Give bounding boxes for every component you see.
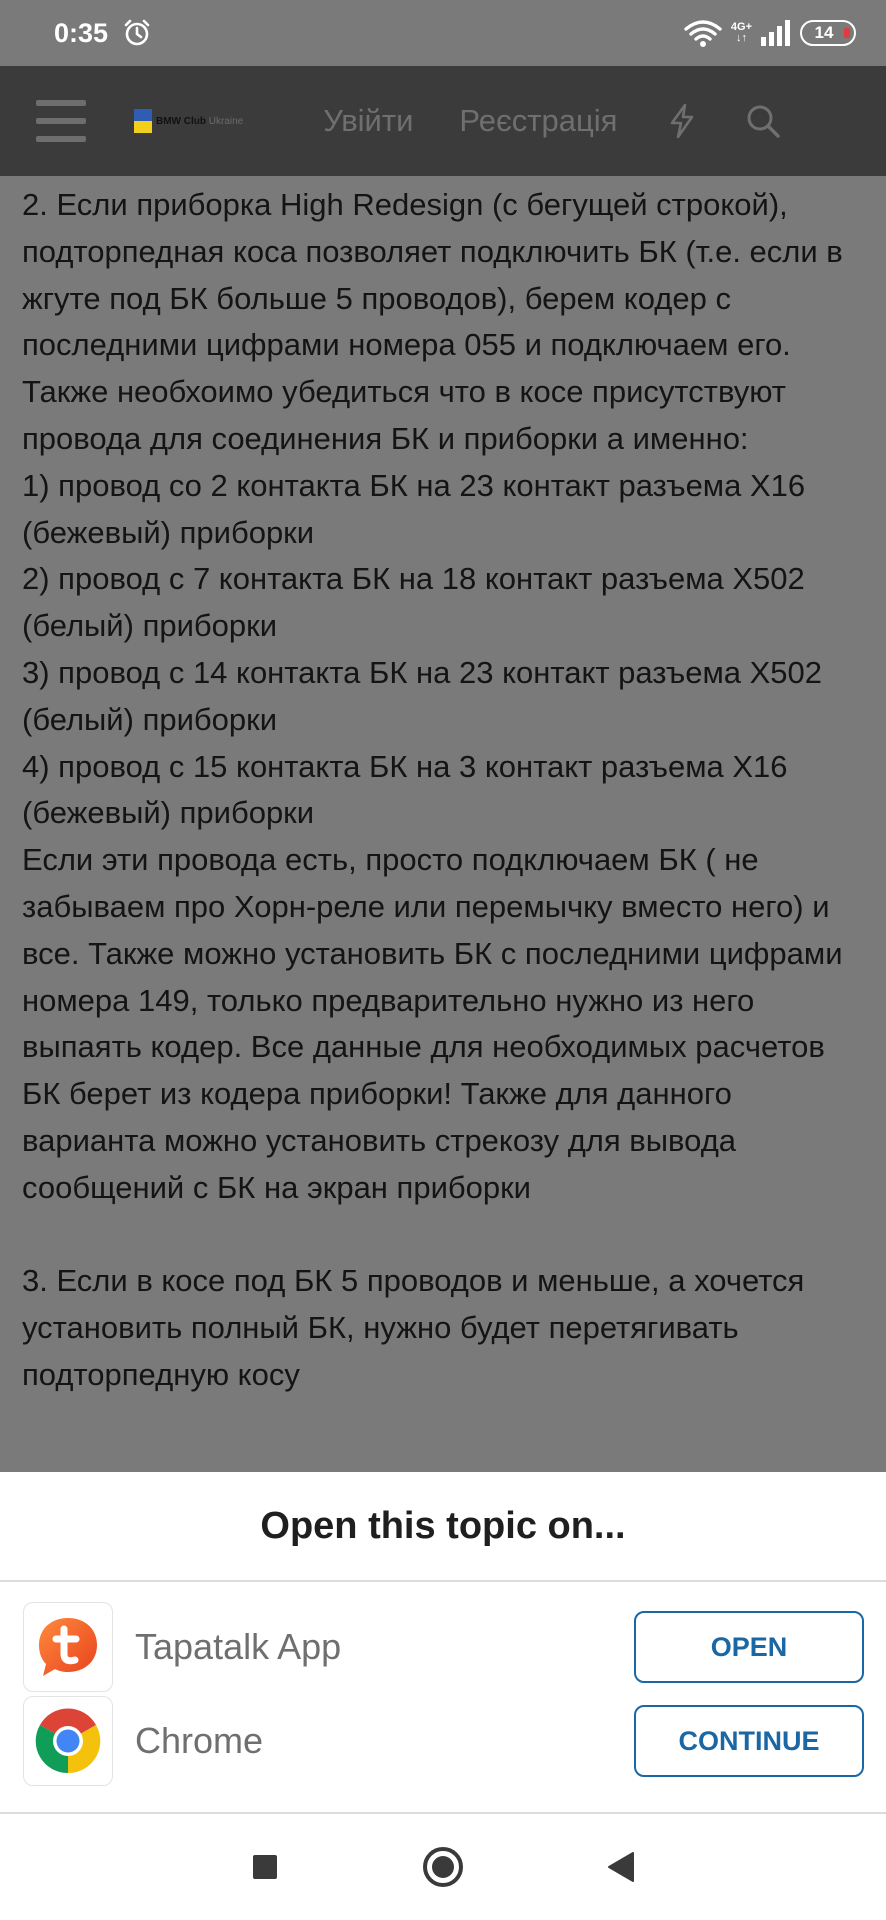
sheet-title: Open this topic on...: [0, 1472, 886, 1582]
system-nav-bar: [0, 1814, 886, 1920]
status-icons: 4G+ ↓↑ 14: [683, 18, 856, 48]
app-option-tapatalk[interactable]: Tapatalk App OPEN: [0, 1600, 886, 1694]
open-button[interactable]: OPEN: [634, 1611, 864, 1683]
back-triangle-icon: [608, 1852, 634, 1882]
chrome-icon: [23, 1696, 113, 1786]
alarm-icon: [124, 19, 150, 46]
recents-button[interactable]: [241, 1843, 289, 1891]
status-bar: 0:35 4G+ ↓↑ 14: [0, 0, 886, 66]
back-button[interactable]: [597, 1843, 645, 1891]
battery-level: 14: [814, 23, 834, 42]
continue-button[interactable]: CONTINUE: [634, 1705, 864, 1777]
menu-icon[interactable]: [36, 100, 86, 142]
network-activity: ↓↑: [735, 32, 747, 44]
home-button[interactable]: [419, 1843, 467, 1891]
logo-text: BMW Club Ukraine: [156, 115, 244, 127]
register-link[interactable]: Реєстрація: [459, 103, 617, 139]
app-option-chrome[interactable]: Chrome CONTINUE: [0, 1694, 886, 1788]
site-logo[interactable]: BMW Club Ukraine: [134, 109, 243, 133]
post-content: 2. Если приборка High Redesign (с бегуще…: [0, 176, 886, 1472]
battery-icon: 14: [800, 20, 856, 46]
tapatalk-icon: [23, 1602, 113, 1692]
square-icon: [253, 1855, 277, 1879]
app-name: Chrome: [135, 1720, 264, 1761]
open-with-sheet: Open this topic on... Tapatalk App OPEN: [0, 1472, 886, 1814]
network-type: 4G+ ↓↑: [731, 22, 752, 44]
login-link[interactable]: Увійти: [323, 103, 413, 139]
status-time: 0:35: [54, 17, 109, 48]
post-text: 2. Если приборка High Redesign (с бегуще…: [22, 187, 843, 1392]
flag-icon: [134, 109, 152, 133]
lightning-icon[interactable]: [667, 103, 697, 139]
search-icon[interactable]: [745, 103, 781, 139]
app-header: BMW Club Ukraine Увійти Реєстрація: [0, 66, 886, 176]
screen: 0:35 4G+ ↓↑ 14 BMW Club Ukraine Увійти Р…: [0, 0, 886, 1920]
app-name: Tapatalk App: [135, 1626, 342, 1667]
wifi-icon: [684, 20, 722, 47]
signal-icon: [761, 20, 790, 46]
home-circle-icon: [423, 1847, 463, 1887]
